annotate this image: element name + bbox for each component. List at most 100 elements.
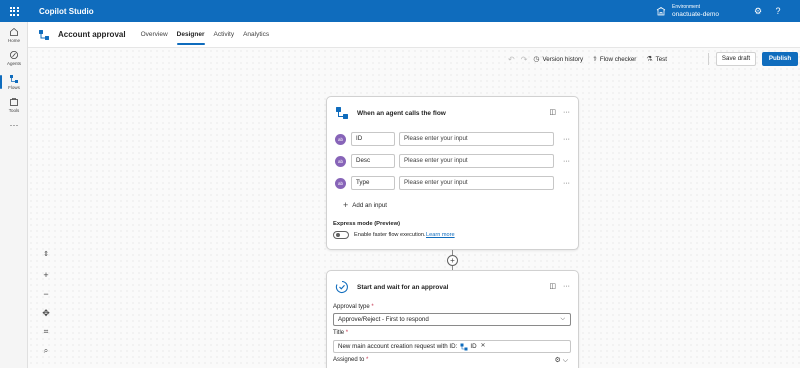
add-step-button[interactable]: + (447, 255, 458, 266)
minimap-icon[interactable]: ⌗ (36, 325, 56, 339)
approval-type-select[interactable]: Approve/Reject - First to respond ⌵ (333, 313, 571, 326)
token-label: ID (470, 343, 477, 350)
more-options-icon[interactable]: ··· (0, 120, 28, 142)
publish-button[interactable]: Publish (762, 52, 798, 66)
nav-label-flows: Flows (8, 85, 20, 90)
trigger-flow-icon (336, 107, 348, 119)
command-bar: ↶ ↷ ◷ Version history ⚕ Flow checker ⚗ Test (508, 52, 800, 66)
zoom-controls: ⇕ + − ✥ ⌗ ⌕ (36, 246, 56, 362)
card-more-icon[interactable]: ··· (563, 283, 570, 290)
param-name-field[interactable]: ID (351, 132, 395, 146)
tab-overview[interactable]: Overview (141, 22, 168, 48)
approval-icon (335, 280, 348, 294)
undo-icon[interactable]: ↶ (508, 55, 515, 64)
zoom-out-icon[interactable]: − (36, 287, 56, 301)
param-value-input[interactable]: Please enter your input (399, 154, 554, 168)
title-input[interactable]: New main account creation request with I… (333, 340, 571, 353)
param-value-input[interactable]: Please enter your input (399, 132, 554, 146)
express-mode-title: Express mode (Preview) (333, 221, 401, 227)
nav-label-home: Home (7, 38, 20, 43)
title-label: Title * (333, 330, 349, 336)
param-row-id: ab ID Please enter your input ··· (335, 132, 572, 146)
flow-icon (39, 29, 49, 40)
approval-type-value: Approve/Reject - First to respond (338, 316, 429, 323)
flow-checker-button[interactable]: ⚕ Flow checker (593, 55, 637, 64)
tab-designer[interactable]: Designer (176, 22, 205, 48)
flow-header: Account approval Overview Designer Activ… (28, 22, 800, 48)
app-launcher-button[interactable] (0, 0, 28, 22)
tab-analytics[interactable]: Analytics (243, 22, 269, 48)
trigger-card[interactable]: When an agent calls the flow ◫ ··· ab ID… (326, 96, 579, 250)
flow-title: Account approval (58, 30, 126, 39)
home-icon (10, 27, 18, 36)
panel-toggle-icon[interactable]: ◫ (549, 108, 556, 116)
help-icon[interactable]: ? (772, 5, 784, 17)
left-navigation: Home Agents Flows Tools ··· (0, 22, 28, 368)
learn-more-link[interactable]: Learn more (426, 232, 455, 238)
tools-icon (10, 98, 18, 106)
approval-card-title: Start and wait for an approval (357, 283, 449, 291)
param-row-desc: ab Desc Please enter your input ··· (335, 154, 572, 168)
dynamic-content-token[interactable]: ID ✕ (460, 341, 486, 352)
add-input-label: Add an input (352, 201, 388, 209)
save-draft-button[interactable]: Save draft (716, 52, 756, 66)
param-value-input[interactable]: Please enter your input (399, 176, 554, 190)
title-label-text: Title (333, 330, 345, 336)
chevron-down-icon: ⌵ (560, 316, 565, 322)
assigned-to-settings-icon[interactable]: ⚙ ⌵ (554, 356, 568, 365)
param-name-field[interactable]: Desc (351, 154, 395, 168)
express-mode-description: Enable faster flow execution. (354, 232, 426, 238)
test-label: Test (655, 55, 667, 63)
version-history-label: Version history (542, 55, 584, 63)
environment-name: onactuate-demo (672, 11, 719, 18)
nav-item-home[interactable]: Home (0, 26, 28, 48)
search-icon[interactable]: ⌕ (36, 344, 56, 358)
version-history-button[interactable]: ◷ Version history (533, 55, 584, 64)
param-name-field[interactable]: Type (351, 176, 395, 190)
settings-gear-icon[interactable]: ⚙ (752, 5, 764, 17)
redo-icon[interactable]: ↷ (521, 55, 528, 64)
nav-label-tools: Tools (8, 108, 20, 113)
express-mode-toggle[interactable] (333, 231, 349, 239)
assigned-to-label: Assigned to * (333, 357, 369, 363)
param-row-type: ab Type Please enter your input ··· (335, 176, 572, 190)
flask-icon: ⚗ (646, 56, 653, 63)
nav-item-agents[interactable]: Agents (0, 49, 28, 71)
text-type-badge: ab (335, 177, 346, 189)
remove-token-icon[interactable]: ✕ (481, 341, 486, 352)
trigger-card-title: When an agent calls the flow (357, 109, 446, 117)
nav-item-tools[interactable]: Tools (0, 96, 28, 118)
environment-icon (656, 7, 666, 16)
card-more-icon[interactable]: ··· (563, 109, 570, 116)
text-type-badge: ab (335, 155, 346, 167)
environment-label: Environment (672, 4, 701, 10)
app-name: Copilot Studio (39, 6, 94, 16)
add-input-button[interactable]: + Add an input (343, 200, 387, 210)
history-icon: ◷ (533, 56, 540, 63)
plus-icon: + (343, 200, 349, 210)
nav-item-flows[interactable]: Flows (0, 73, 28, 95)
approval-type-label-text: Approval type (333, 304, 370, 310)
param-more-icon[interactable]: ··· (563, 158, 570, 165)
flows-icon (10, 75, 18, 83)
zoom-in-icon[interactable]: + (36, 268, 56, 282)
toolbar-divider (708, 53, 709, 65)
stethoscope-icon: ⚕ (593, 56, 597, 63)
test-button[interactable]: ⚗ Test (646, 55, 667, 64)
top-bar: Copilot Studio Environment onactuate-dem… (0, 0, 800, 22)
text-type-badge: ab (335, 133, 346, 145)
tab-activity[interactable]: Activity (214, 22, 235, 48)
agents-icon (10, 51, 18, 59)
environment-picker[interactable]: Environment onactuate-demo (656, 3, 719, 19)
param-more-icon[interactable]: ··· (563, 136, 570, 143)
token-flow-icon (460, 343, 468, 350)
nav-label-agents: Agents (6, 61, 21, 66)
flow-checker-label: Flow checker (599, 55, 637, 63)
approval-card[interactable]: Start and wait for an approval ◫ ··· App… (326, 270, 579, 368)
title-value: New main account creation request with I… (338, 343, 458, 350)
fit-to-view-icon[interactable]: ✥ (36, 306, 56, 320)
param-more-icon[interactable]: ··· (563, 180, 570, 187)
panel-toggle-icon[interactable]: ◫ (549, 282, 556, 290)
arrange-icon[interactable]: ⇕ (36, 248, 56, 262)
assigned-to-label-text: Assigned to (333, 357, 365, 363)
